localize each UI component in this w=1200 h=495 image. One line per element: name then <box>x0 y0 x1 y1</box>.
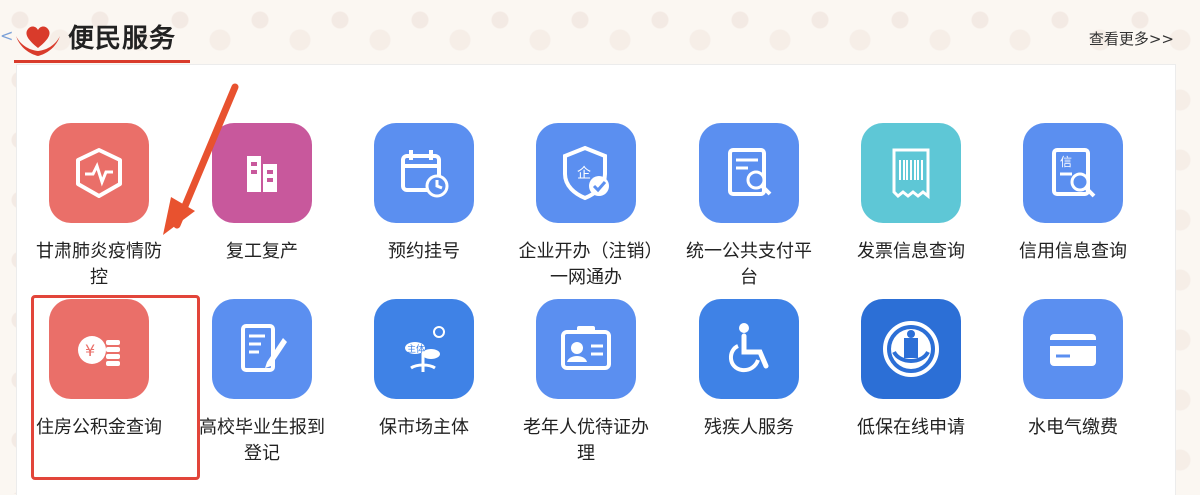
id-card-icon[interactable] <box>536 299 636 399</box>
welfare-emblem-icon[interactable] <box>861 299 961 399</box>
service-label: 发票信息查询 <box>857 241 965 262</box>
service-tile[interactable]: 老年人优待证办理 <box>505 299 667 467</box>
service-label: 企业开办（注销）一网通办 <box>518 241 654 288</box>
service-label: 预约挂号 <box>388 241 460 262</box>
service-label: 残疾人服务 <box>704 417 794 438</box>
services-panel: 甘肃肺炎疫情防控 复工复产 预约挂号企企业开办（注销）一网通办 统一公共支付平台 发票信… <box>16 64 1176 495</box>
page-title: 便民服务 <box>68 24 177 54</box>
svg-text:信: 信 <box>1060 155 1072 169</box>
title-underline <box>14 60 190 63</box>
hands-heart-logo-icon <box>16 26 60 56</box>
section-header: < 便民服务 查看更多>> <box>0 0 1200 64</box>
service-tile[interactable]: 统一公共支付平台 <box>668 123 830 291</box>
service-tile[interactable]: 高校毕业生报到登记 <box>181 299 343 467</box>
svg-text:主体: 主体 <box>407 343 425 355</box>
service-tile[interactable]: 低保在线申请 <box>830 299 992 441</box>
wheelchair-icon[interactable] <box>699 299 799 399</box>
service-tile[interactable]: 信信用信息查询 <box>992 123 1154 265</box>
service-label: 甘肃肺炎疫情防控 <box>36 241 162 288</box>
highlight-box <box>31 295 200 480</box>
enterprise-shield-icon[interactable]: 企 <box>536 123 636 223</box>
service-label: 信用信息查询 <box>1019 241 1127 262</box>
service-tile[interactable]: 甘肃肺炎疫情防控 <box>18 123 180 291</box>
service-tile[interactable]: 主体保市场主体 <box>343 299 505 441</box>
service-label: 老年人优待证办理 <box>523 417 649 464</box>
service-tile[interactable]: 预约挂号 <box>343 123 505 265</box>
service-tile[interactable]: 残疾人服务 <box>668 299 830 441</box>
payment-card-icon[interactable] <box>1023 299 1123 399</box>
receipt-barcode-icon[interactable] <box>861 123 961 223</box>
credit-search-icon[interactable]: 信 <box>1023 123 1123 223</box>
service-label: 低保在线申请 <box>857 417 965 438</box>
view-more-link[interactable]: 查看更多>> <box>1089 28 1174 49</box>
service-label: 高校毕业生报到登记 <box>199 417 325 464</box>
service-tile[interactable]: 发票信息查询 <box>830 123 992 265</box>
document-search-icon[interactable] <box>699 123 799 223</box>
service-label: 统一公共支付平台 <box>686 241 812 288</box>
service-tile[interactable]: 水电气缴费 <box>992 299 1154 441</box>
back-arrow-icon[interactable]: < <box>0 26 13 45</box>
sprout-sun-icon[interactable]: 主体 <box>374 299 474 399</box>
svg-text:企: 企 <box>577 165 591 182</box>
service-label: 保市场主体 <box>379 417 469 438</box>
calendar-clock-icon[interactable] <box>374 123 474 223</box>
pointer-arrow-icon <box>163 83 239 235</box>
notebook-pen-icon[interactable] <box>212 299 312 399</box>
service-tile[interactable]: 企企业开办（注销）一网通办 <box>505 123 667 291</box>
heartbeat-shield-icon[interactable] <box>49 123 149 223</box>
service-label: 水电气缴费 <box>1028 417 1118 438</box>
